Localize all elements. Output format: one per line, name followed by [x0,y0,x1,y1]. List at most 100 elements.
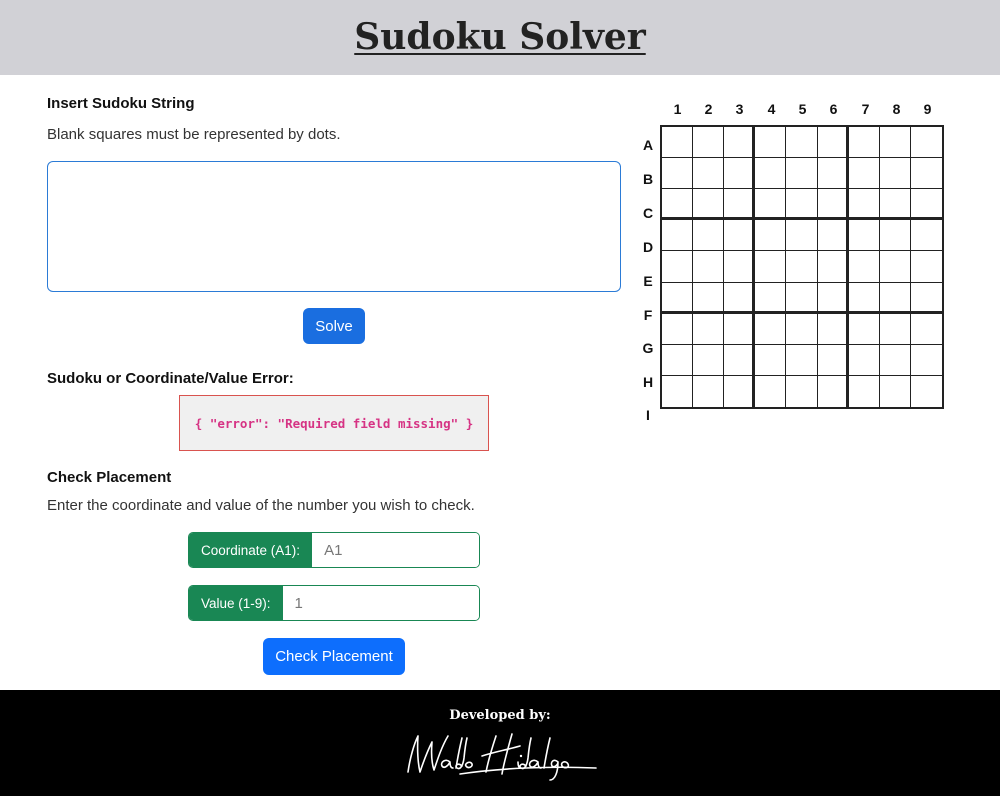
sudoku-cell [848,189,880,221]
footer: Developed by: [0,690,1000,796]
grid-row-label: E [643,273,653,289]
sudoku-cell [817,344,849,376]
sudoku-cell [662,344,694,376]
developer-signature [407,733,597,781]
sudoku-cell [817,189,849,221]
value-input-group: Value (1-9): [188,585,480,621]
sudoku-cell [693,313,725,345]
error-heading: Sudoku or Coordinate/Value Error: [47,370,294,387]
sudoku-string-input[interactable] [47,161,621,292]
sudoku-cell [817,282,849,314]
sudoku-cell [693,344,725,376]
grid-row-label: D [642,239,654,255]
sudoku-cell [818,375,849,407]
check-placement-button[interactable]: Check Placement [263,638,405,675]
grid-column-label: 7 [861,101,870,117]
sudoku-cell [817,127,849,159]
sudoku-cell [724,220,756,252]
coordinate-input-group: Coordinate (A1): [188,532,480,568]
grid-column-label: 3 [735,101,744,117]
grid-row-label: B [642,171,654,187]
sudoku-cell [724,189,756,221]
grid-column-label: 9 [923,101,932,117]
sudoku-cell [848,344,880,376]
sudoku-cell [724,158,756,190]
sudoku-cell [786,158,818,190]
sudoku-cell [817,313,849,345]
sudoku-cell [817,158,849,190]
check-helper-text: Enter the coordinate and value of the nu… [47,497,475,514]
error-message: { "error": "Required field missing" } [194,415,474,431]
sudoku-cell [662,158,694,190]
sudoku-cell [755,344,787,376]
sudoku-cell [662,313,694,345]
value-input[interactable] [282,586,479,620]
sudoku-cell [786,313,818,345]
sudoku-cell [662,282,694,314]
sudoku-cell [786,251,818,283]
sudoku-cell [817,251,849,283]
sudoku-cell [755,220,787,252]
grid-row-label: A [642,137,654,153]
sudoku-cell [755,189,787,221]
sudoku-cell [693,375,725,407]
sudoku-cell [848,158,880,190]
sudoku-cell [879,313,911,345]
sudoku-cell [910,251,942,283]
sudoku-cell [786,282,818,314]
sudoku-cell [693,220,725,252]
sudoku-cell [910,314,942,345]
sudoku-cell [755,313,787,345]
sudoku-cell [786,220,818,252]
sudoku-cell [879,158,911,190]
sudoku-cell [910,189,942,221]
sudoku-cell [848,127,880,159]
sudoku-cell [662,220,694,252]
sudoku-cell [786,189,818,221]
sudoku-grid [660,125,944,409]
sudoku-cell [755,158,787,190]
sudoku-cell [879,189,911,221]
grid-column-label: 1 [673,101,682,117]
sudoku-cell [693,127,725,159]
coordinate-label: Coordinate (A1): [189,533,313,567]
sudoku-cell [693,251,725,283]
grid-row-label: C [642,205,654,221]
sudoku-cell [724,375,756,407]
sudoku-cell [724,282,756,314]
sudoku-cell [848,251,880,283]
sudoku-cell [879,127,911,159]
footer-developed-by: Developed by: [449,708,551,723]
coordinate-input[interactable] [312,533,479,567]
sudoku-cell [662,127,694,159]
grid-row-label: H [642,374,654,390]
sudoku-cell [693,158,725,190]
sudoku-cell [879,220,911,252]
sudoku-cell [910,283,942,314]
grid-column-label: 8 [892,101,901,117]
grid-row-label: I [646,407,650,423]
sudoku-cell [786,127,818,159]
sudoku-cell [880,375,911,407]
sudoku-cell [848,282,880,314]
sudoku-cell [724,251,756,283]
check-placement-heading: Check Placement [47,469,172,486]
grid-column-label: 6 [829,101,838,117]
sudoku-cell [911,376,942,407]
sudoku-cell [848,313,880,345]
value-label: Value (1-9): [189,586,283,620]
sudoku-cell [724,313,756,345]
sudoku-cell [910,158,942,190]
sudoku-cell [817,220,849,252]
solve-button[interactable]: Solve [303,308,365,344]
sudoku-cell [755,127,787,159]
sudoku-cell [848,220,880,252]
sudoku-cell [910,127,942,159]
sudoku-cell [693,282,725,314]
sudoku-cell [910,220,942,252]
sudoku-cell [849,375,880,407]
sudoku-cell [879,282,911,314]
sudoku-cell [662,251,694,283]
sudoku-cell [786,344,818,376]
sudoku-cell [662,189,694,221]
